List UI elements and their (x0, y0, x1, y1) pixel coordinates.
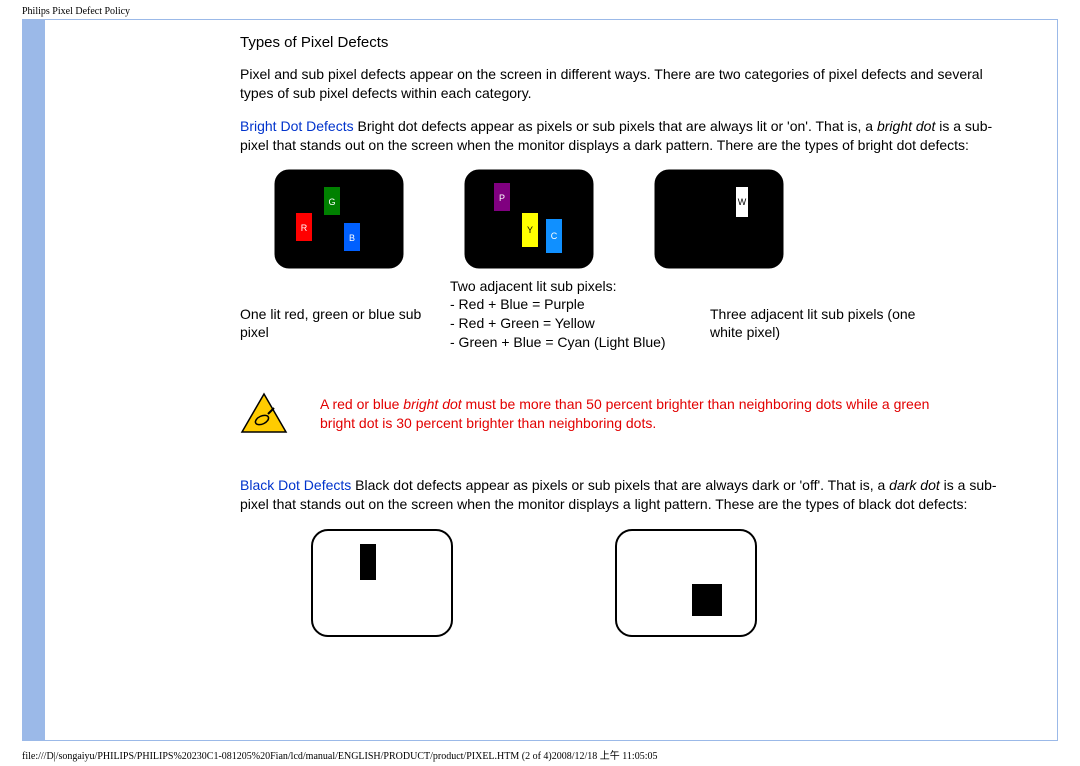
caption-two-lit-l3: - Green + Blue = Cyan (Light Blue) (450, 334, 666, 350)
black-dot-paragraph: Black Dot Defects Black dot defects appe… (240, 476, 997, 514)
bright-dot-text-1: Bright dot defects appear as pixels or s… (354, 118, 877, 134)
bright-dot-caption-row: One lit red, green or blue sub pixel Two… (240, 277, 997, 353)
svg-text:Y: Y (527, 225, 533, 235)
illustration-one-lit: R G B (274, 169, 404, 269)
black-dot-label: Black Dot Defects (240, 477, 351, 493)
caption-two-lit-header: Two adjacent lit sub pixels: (450, 278, 617, 294)
svg-text:C: C (551, 231, 558, 241)
intro-paragraph: Pixel and sub pixel defects appear on th… (240, 65, 997, 103)
illustration-three-lit: W (654, 169, 784, 269)
caption-three-lit: Three adjacent lit sub pixels (one white… (710, 277, 930, 353)
black-dot-em: dark dot (889, 477, 940, 493)
warning-text-1: A red or blue (320, 396, 403, 412)
monitor-one-dark-subpixel (310, 528, 454, 638)
svg-text:R: R (301, 223, 308, 233)
monitor-one-lit-subpixel: R G B (274, 169, 404, 269)
footer-file-path: file:///D|/songaiyu/PHILIPS/PHILIPS%2023… (0, 741, 1080, 766)
bright-dot-paragraph: Bright Dot Defects Bright dot defects ap… (240, 117, 997, 155)
svg-text:P: P (499, 193, 505, 203)
page-header-title: Philips Pixel Defect Policy (0, 0, 1080, 19)
bright-dot-illustration-row: R G B P Y C (274, 169, 997, 269)
caption-two-lit-l2: - Red + Green = Yellow (450, 315, 595, 331)
section-heading: Types of Pixel Defects (240, 34, 997, 51)
black-dot-illustration-row (310, 528, 997, 638)
warning-text-em: bright dot (403, 396, 461, 412)
caption-two-lit-l1: - Red + Blue = Purple (450, 296, 585, 312)
svg-text:G: G (328, 197, 335, 207)
black-dot-text-1: Black dot defects appear as pixels or su… (351, 477, 889, 493)
monitor-adjacent-dark-subpixels (614, 528, 758, 638)
warning-icon (240, 392, 288, 436)
monitor-two-lit-subpixels: P Y C (464, 169, 594, 269)
illustration-two-lit: P Y C (464, 169, 594, 269)
monitor-three-lit-subpixels: W (654, 169, 784, 269)
svg-text:W: W (738, 197, 747, 207)
warning-row: A red or blue bright dot must be more th… (240, 392, 997, 436)
outer-frame: Types of Pixel Defects Pixel and sub pix… (22, 19, 1058, 741)
bright-dot-em: bright dot (877, 118, 935, 134)
content-panel: Types of Pixel Defects Pixel and sub pix… (45, 20, 1057, 740)
caption-one-lit: One lit red, green or blue sub pixel (240, 277, 450, 353)
caption-two-lit: Two adjacent lit sub pixels: - Red + Blu… (450, 277, 710, 353)
warning-text: A red or blue bright dot must be more th… (320, 395, 997, 434)
svg-text:B: B (349, 233, 355, 243)
bright-dot-label: Bright Dot Defects (240, 118, 354, 134)
